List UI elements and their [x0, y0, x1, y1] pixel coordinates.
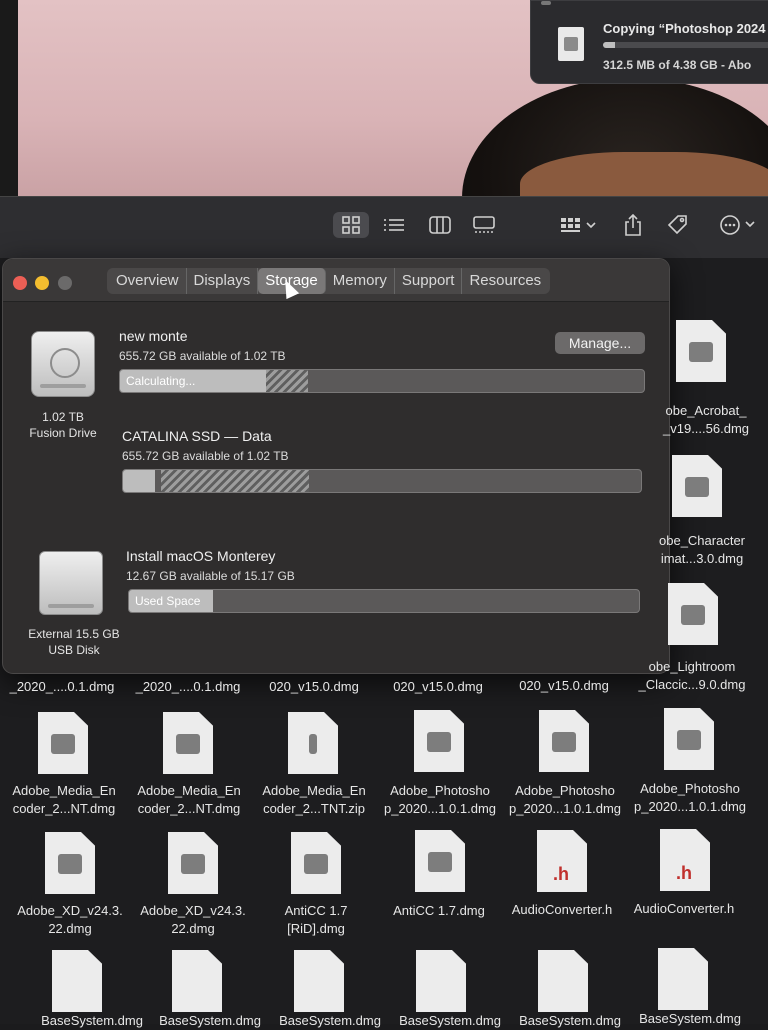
- volume2-detail: 655.72 GB available of 1.02 TB: [122, 449, 289, 463]
- file-name[interactable]: BaseSystem.dmg: [148, 1012, 272, 1030]
- disk2-type: USB Disk: [48, 643, 100, 657]
- file-name[interactable]: obe_Lightroom _Claccic...9.0.dmg: [630, 658, 754, 694]
- tab-memory[interactable]: Memory: [326, 268, 395, 294]
- dmg-file-icon[interactable]: [38, 712, 88, 774]
- disk-image-icon: [558, 27, 584, 61]
- file-name[interactable]: Adobe_Photosho p_2020...1.0.1.dmg: [503, 782, 627, 818]
- volume2-used: [123, 470, 155, 492]
- file-name[interactable]: obe_Character imat...3.0.dmg: [640, 532, 764, 568]
- copy-progress-fill: [603, 42, 615, 48]
- close-button[interactable]: [13, 276, 27, 290]
- tab-overview[interactable]: Overview: [109, 268, 187, 294]
- disk1-size: 1.02 TB: [42, 410, 84, 424]
- tab-resources[interactable]: Resources: [462, 268, 548, 294]
- file-name[interactable]: Adobe_Photosho p_2020...1.0.1.dmg: [378, 782, 502, 818]
- tab-bar: Overview Displays Storage Memory Support…: [107, 268, 551, 294]
- volume1-name: new monte: [119, 328, 188, 344]
- dmg-file-icon[interactable]: [672, 455, 722, 517]
- volume3-detail: 12.67 GB available of 15.17 GB: [126, 569, 295, 583]
- about-this-mac-window: Overview Displays Storage Memory Support…: [2, 258, 670, 674]
- file-name[interactable]: BaseSystem.dmg: [508, 1012, 632, 1030]
- screen-bezel: [0, 0, 18, 200]
- dmg-file-icon[interactable]: [45, 832, 95, 894]
- dmg-file-icon[interactable]: [291, 832, 341, 894]
- dmg-file-icon[interactable]: [414, 710, 464, 772]
- dmg-file-icon[interactable]: [658, 948, 708, 1010]
- list-view-icon[interactable]: [377, 212, 411, 238]
- more-actions-icon[interactable]: [716, 212, 760, 238]
- file-name[interactable]: Adobe_Photosho p_2020...1.0.1.dmg: [628, 780, 752, 816]
- file-name[interactable]: Adobe_XD_v24.3. 22.dmg: [8, 902, 132, 938]
- zip-file-icon[interactable]: [288, 712, 338, 774]
- column-view-icon[interactable]: [423, 212, 457, 238]
- zoom-button[interactable]: [58, 276, 72, 290]
- file-name[interactable]: Adobe_Media_En coder_2...TNT.zip: [252, 782, 376, 818]
- dmg-file-icon[interactable]: [668, 583, 718, 645]
- file-name[interactable]: obe_Acrobat_ _v19....56.dmg: [644, 402, 768, 438]
- volume1-hatch: [266, 370, 308, 392]
- file-name[interactable]: BaseSystem.dmg: [388, 1012, 512, 1030]
- notification-grabber: [541, 1, 551, 5]
- file-name[interactable]: AntiCC 1.7 [RiD].dmg: [254, 902, 378, 938]
- file-name[interactable]: Adobe_Media_En coder_2...NT.dmg: [2, 782, 126, 818]
- copy-progress-bar: [603, 42, 768, 48]
- minimize-button[interactable]: [35, 276, 49, 290]
- dmg-file-icon[interactable]: [664, 708, 714, 770]
- h-file-icon[interactable]: .h: [537, 830, 587, 892]
- copy-progress-notification[interactable]: Copying “Photoshop 2024 ( 312.5 MB of 4.…: [530, 0, 768, 84]
- dmg-file-icon[interactable]: [415, 830, 465, 892]
- volume1-bar-label: Calculating...: [120, 370, 266, 392]
- icon-view-grid-icon[interactable]: [333, 212, 369, 238]
- volume2-hatch: [161, 470, 309, 492]
- usb-disk-icon: [39, 551, 103, 615]
- dmg-file-icon[interactable]: [676, 320, 726, 382]
- dmg-file-icon[interactable]: [168, 832, 218, 894]
- dmg-file-icon[interactable]: [538, 950, 588, 1012]
- file-name[interactable]: Adobe_XD_v24.3. 22.dmg: [131, 902, 255, 938]
- volume3-name: Install macOS Monterey: [126, 548, 276, 564]
- tag-icon[interactable]: [664, 212, 692, 238]
- dmg-file-icon[interactable]: [294, 950, 344, 1012]
- volume1-detail: 655.72 GB available of 1.02 TB: [119, 349, 286, 363]
- dmg-file-icon[interactable]: [163, 712, 213, 774]
- dmg-file-icon[interactable]: [172, 950, 222, 1012]
- disk2-size: External 15.5 GB: [28, 627, 120, 641]
- file-name[interactable]: BaseSystem.dmg: [30, 1012, 154, 1030]
- group-by-icon[interactable]: [556, 212, 600, 238]
- volume3-storage-bar: Used Space: [128, 589, 640, 613]
- file-name[interactable]: AudioConverter.h: [500, 901, 624, 919]
- file-name[interactable]: AudioConverter.h: [622, 900, 746, 918]
- tab-displays[interactable]: Displays: [187, 268, 259, 294]
- volume2-name: CATALINA SSD — Data: [122, 428, 272, 444]
- dmg-file-icon[interactable]: [416, 950, 466, 1012]
- h-file-icon[interactable]: .h: [660, 829, 710, 891]
- volume2-storage-bar: [122, 469, 642, 493]
- manage-button[interactable]: Manage...: [555, 332, 645, 354]
- volume1-storage-bar: Calculating...: [119, 369, 645, 393]
- dmg-file-icon[interactable]: [52, 950, 102, 1012]
- disk1-type: Fusion Drive: [29, 426, 97, 440]
- file-name[interactable]: 020_v15.0.dmg: [252, 678, 376, 696]
- fusion-drive-icon: [31, 331, 95, 397]
- copy-detail: 312.5 MB of 4.38 GB - Abo: [603, 58, 752, 72]
- file-name[interactable]: BaseSystem.dmg: [628, 1010, 752, 1028]
- tab-support[interactable]: Support: [395, 268, 463, 294]
- file-name[interactable]: _2020_....0.1.dmg: [0, 678, 124, 696]
- file-name[interactable]: Adobe_Media_En coder_2...NT.dmg: [127, 782, 251, 818]
- volume3-bar-label: Used Space: [129, 590, 213, 612]
- gallery-view-icon[interactable]: [466, 212, 502, 238]
- file-name[interactable]: 020_v15.0.dmg: [502, 677, 626, 695]
- copy-title: Copying “Photoshop 2024 (: [603, 21, 768, 36]
- file-name[interactable]: 020_v15.0.dmg: [376, 678, 500, 696]
- file-name[interactable]: BaseSystem.dmg: [268, 1012, 392, 1030]
- dmg-file-icon[interactable]: [539, 710, 589, 772]
- file-name[interactable]: _2020_....0.1.dmg: [126, 678, 250, 696]
- file-name[interactable]: AntiCC 1.7.dmg: [377, 902, 501, 920]
- share-icon[interactable]: [620, 212, 646, 238]
